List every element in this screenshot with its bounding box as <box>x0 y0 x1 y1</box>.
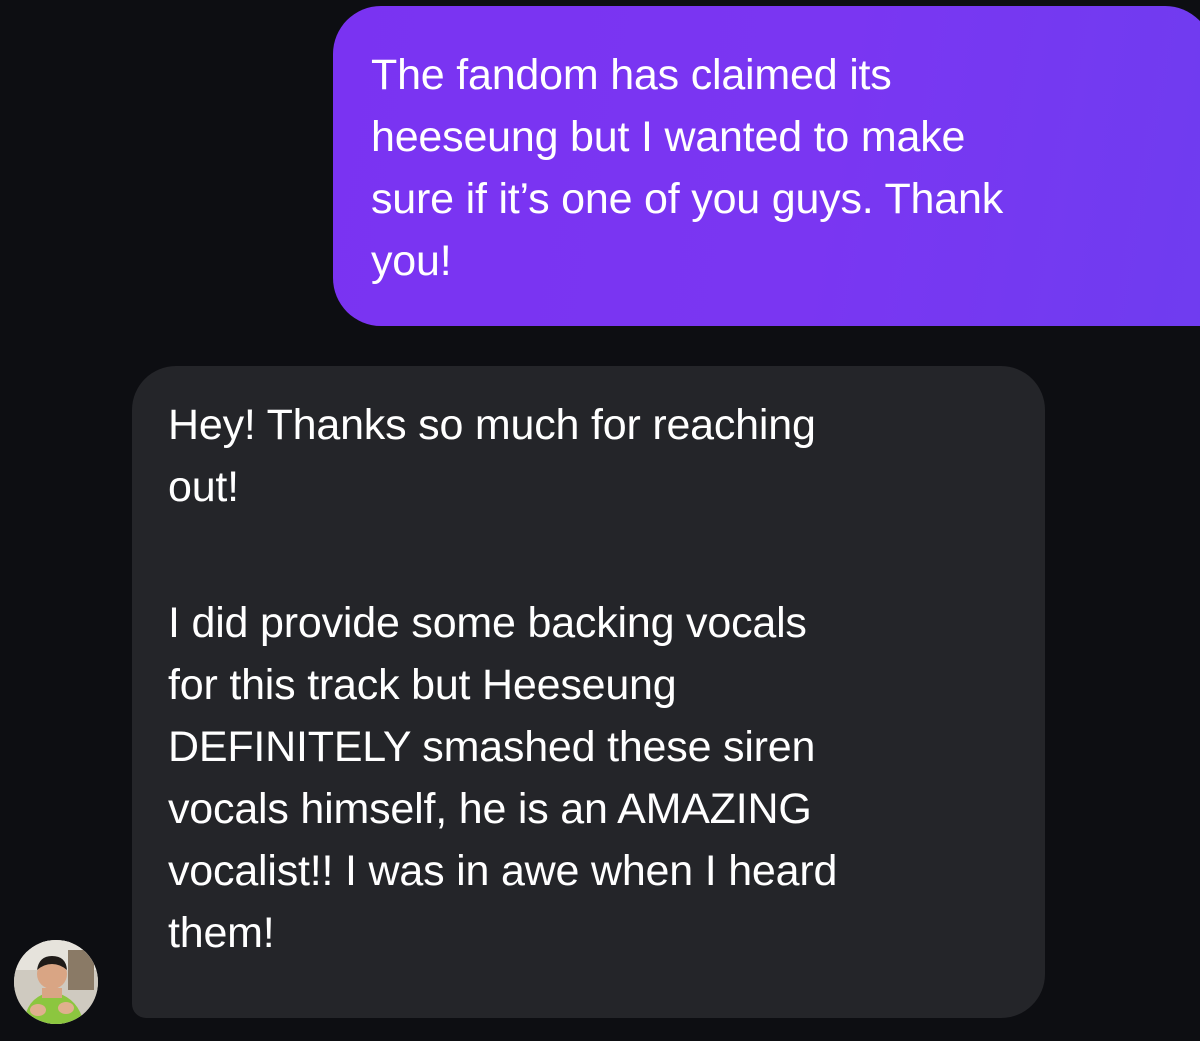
received-message-bubble[interactable]: Hey! Thanks so much for reaching out! I … <box>132 366 1045 1018</box>
chat-thread: The fandom has claimed its heeseung but … <box>0 0 1200 1041</box>
sent-message-text: The fandom has claimed its heeseung but … <box>371 51 1003 285</box>
profile-avatar-icon <box>14 940 98 1024</box>
received-message-paragraph-1: Hey! Thanks so much for reaching out! <box>168 401 816 511</box>
received-message-paragraph-2: I did provide some backing vocals for th… <box>168 599 838 957</box>
sender-avatar[interactable] <box>14 940 98 1024</box>
sent-message-bubble[interactable]: The fandom has claimed its heeseung but … <box>333 6 1200 326</box>
